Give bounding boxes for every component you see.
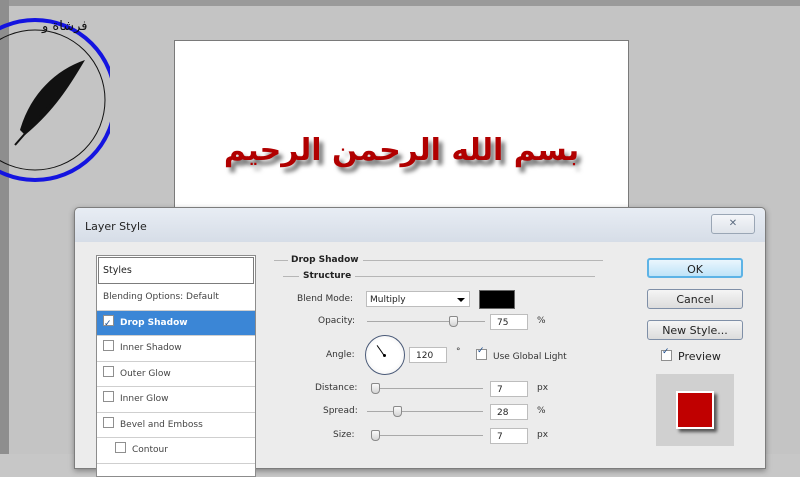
checkbox-icon[interactable] xyxy=(103,365,114,377)
style-item-label: Bevel and Emboss xyxy=(120,419,203,430)
distance-slider-track[interactable] xyxy=(371,388,483,389)
ok-button[interactable]: OK xyxy=(647,258,743,278)
size-input[interactable]: 7 xyxy=(490,428,528,444)
spread-slider-thumb[interactable] xyxy=(393,406,402,417)
styles-list: Styles Blending Options: Default Drop Sha… xyxy=(96,255,256,477)
spread-unit: % xyxy=(537,406,546,416)
angle-dial[interactable] xyxy=(365,335,405,375)
style-item-label: Inner Glow xyxy=(120,394,169,404)
logo-text: فرشاة و xyxy=(41,19,87,34)
checkbox-icon[interactable] xyxy=(103,312,114,336)
angle-unit: ° xyxy=(456,347,461,357)
style-item-label: Outer Glow xyxy=(120,368,171,379)
use-global-light-checkbox[interactable]: Use Global Light xyxy=(476,346,567,362)
dialog-title: Layer Style xyxy=(85,220,147,233)
preview-swatch xyxy=(676,391,714,429)
group-line xyxy=(363,260,603,261)
size-slider-track[interactable] xyxy=(371,435,483,436)
spread-input[interactable]: 28 xyxy=(490,404,528,420)
group-line xyxy=(283,276,299,277)
watermark-logo: فرشاة و xyxy=(0,18,110,182)
checkbox-icon[interactable] xyxy=(103,391,114,402)
style-item-outer-glow[interactable]: Outer Glow xyxy=(97,362,255,387)
blend-mode-label: Blend Mode: xyxy=(297,294,354,304)
opacity-label: Opacity: xyxy=(318,316,355,326)
spread-slider-track[interactable] xyxy=(367,411,483,412)
top-edge xyxy=(0,0,800,6)
style-item-bevel-and-emboss[interactable]: Bevel and Emboss xyxy=(97,413,255,438)
group-line xyxy=(274,260,288,261)
distance-label: Distance: xyxy=(315,383,358,393)
blend-mode-value: Multiply xyxy=(370,295,406,305)
chevron-down-icon xyxy=(457,298,465,302)
distance-slider-thumb[interactable] xyxy=(371,383,380,394)
checkbox-icon[interactable] xyxy=(103,416,114,428)
opacity-slider-track[interactable] xyxy=(367,321,485,322)
styles-header[interactable]: Styles xyxy=(98,257,254,284)
size-label: Size: xyxy=(333,430,355,440)
dialog-titlebar[interactable]: Layer Style ✕ xyxy=(75,208,765,242)
style-item-inner-glow[interactable]: Inner Glow xyxy=(97,387,255,413)
arabic-heading: بسم الله الرحمن الرحيم xyxy=(223,133,580,168)
angle-center xyxy=(383,354,386,357)
preview-label: Preview xyxy=(678,350,721,363)
size-slider-thumb[interactable] xyxy=(371,430,380,441)
drop-shadow-title: Drop Shadow xyxy=(291,255,359,265)
close-button[interactable]: ✕ xyxy=(711,214,755,234)
checkbox-icon[interactable] xyxy=(115,442,126,453)
style-item-drop-shadow[interactable]: Drop Shadow xyxy=(97,310,255,336)
style-item-inner-shadow[interactable]: Inner Shadow xyxy=(97,336,255,362)
size-unit: px xyxy=(537,430,549,440)
style-item-label: Blending Options: Default xyxy=(103,292,219,302)
close-icon: ✕ xyxy=(728,218,738,229)
opacity-slider-thumb[interactable] xyxy=(449,316,458,327)
checkbox-icon xyxy=(661,347,672,361)
distance-input[interactable]: 7 xyxy=(490,381,528,397)
opacity-unit: % xyxy=(537,316,546,326)
checkbox-icon xyxy=(476,346,487,360)
spread-label: Spread: xyxy=(323,406,358,416)
cancel-button[interactable]: Cancel xyxy=(647,289,743,309)
preview-checkbox[interactable]: Preview xyxy=(661,347,721,363)
style-item-label: Inner Shadow xyxy=(120,343,182,353)
style-item-contour[interactable]: Contour xyxy=(97,438,255,464)
group-line xyxy=(355,276,595,277)
angle-input[interactable]: 120 xyxy=(409,347,447,363)
checkbox-icon[interactable] xyxy=(103,340,114,351)
distance-unit: px xyxy=(537,383,549,393)
style-item-blending-options-default[interactable]: Blending Options: Default xyxy=(97,285,255,311)
layer-style-dialog: Layer Style ✕ Styles Blending Options: D… xyxy=(74,207,766,477)
blend-mode-select[interactable]: Multiply xyxy=(366,291,470,307)
style-item-label: Drop Shadow xyxy=(120,317,188,328)
new-style-button[interactable]: New Style... xyxy=(647,320,743,340)
opacity-input[interactable]: 75 xyxy=(490,314,528,330)
shadow-color-swatch[interactable] xyxy=(479,290,515,309)
angle-label: Angle: xyxy=(326,350,355,360)
structure-title: Structure xyxy=(303,271,352,281)
use-global-light-label: Use Global Light xyxy=(493,352,567,362)
preview-box xyxy=(656,374,734,446)
